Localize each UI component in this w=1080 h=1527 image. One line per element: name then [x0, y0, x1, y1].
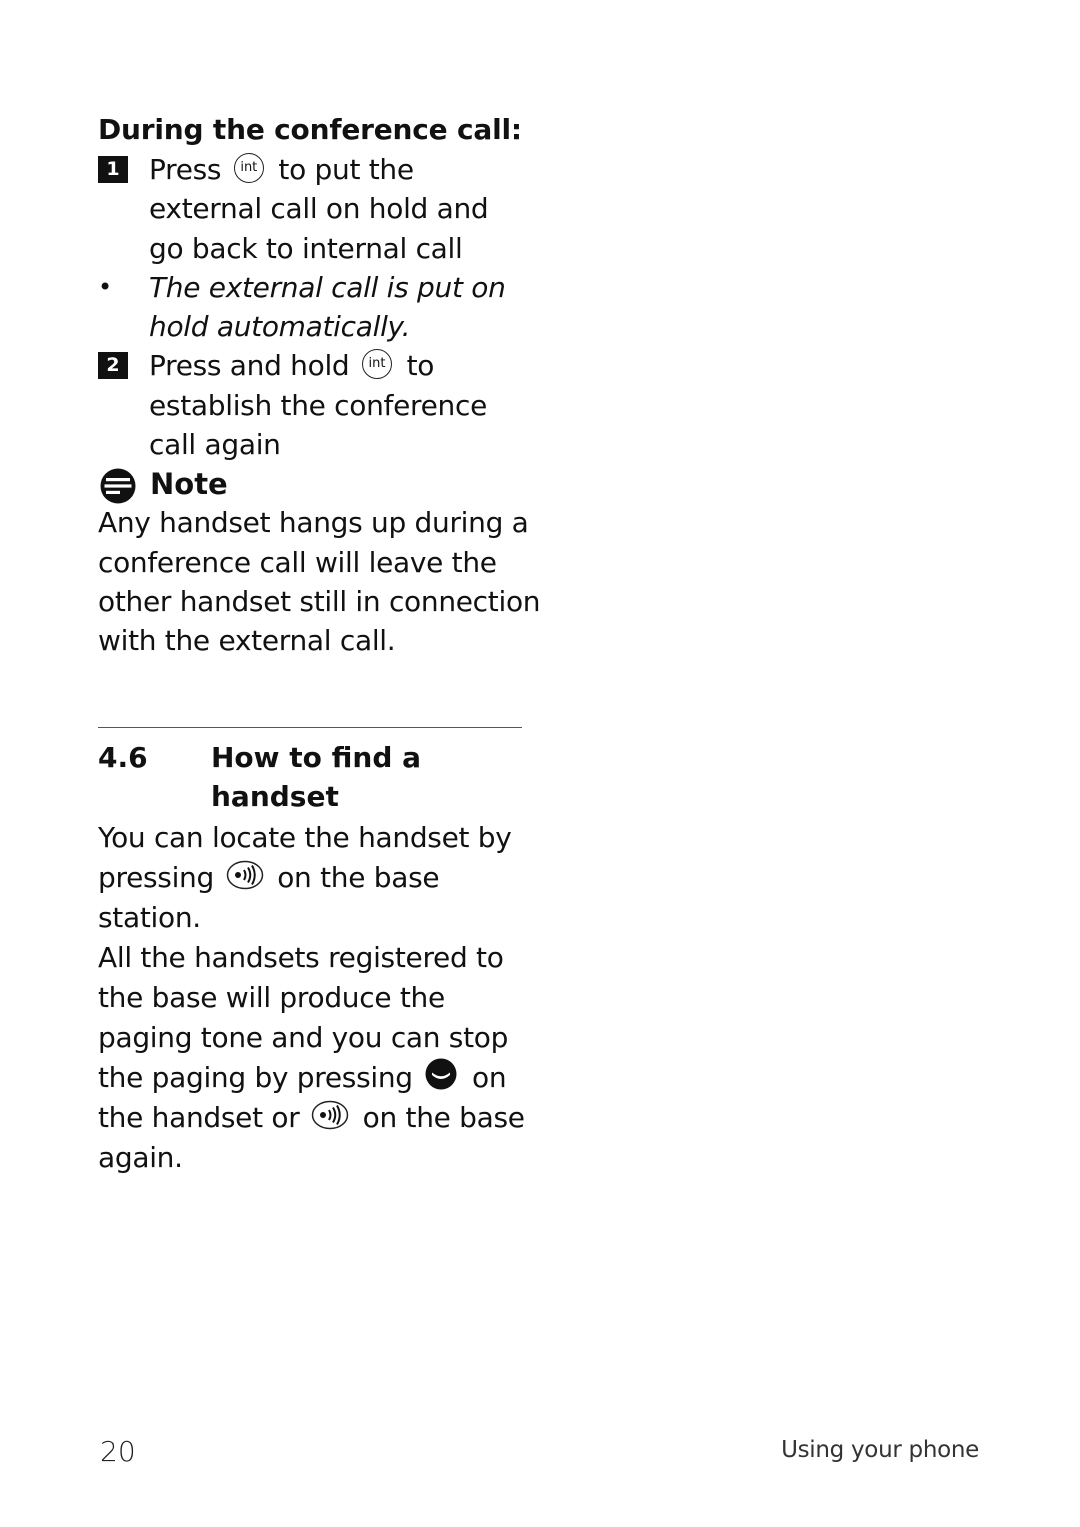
step1-line3: go back to internal call — [149, 231, 463, 265]
note-line-4: with the external call. — [98, 624, 396, 658]
page-icon — [226, 860, 263, 890]
step1-line2: external call on hold and — [149, 192, 489, 226]
note-line-1: Any handset hangs up during a — [98, 506, 529, 540]
para1-line2-after: on the base — [277, 861, 440, 894]
bullet-icon: • — [98, 272, 113, 301]
conference-heading: During the conference call: — [98, 113, 522, 146]
end-call-icon — [425, 1058, 457, 1090]
note-line-3: other handset still in connection — [98, 584, 541, 618]
step-2: 2 Press and hold int to establish the co… — [98, 346, 528, 464]
result-bullet: • The external call is put on hold autom… — [98, 268, 528, 347]
page-icon — [311, 1100, 349, 1130]
section-number: 4.6 — [98, 741, 148, 774]
section-heading: 4.6 How to find a handset — [98, 738, 538, 818]
note-header: Note — [98, 464, 528, 504]
section-divider — [98, 727, 522, 728]
conference-call-block: During the conference call: 1 Press int … — [98, 110, 541, 661]
para1-line1: You can locate the handset by — [98, 821, 512, 854]
section-body: You can locate the handset by pressing o… — [98, 818, 538, 1178]
step1-text-after: to put the — [278, 153, 414, 186]
para1-line3: station. — [98, 901, 201, 934]
para2-line1: All the handsets registered to — [98, 941, 504, 974]
step2-line3: call again — [149, 428, 281, 462]
step-1: 1 Press int to put the external call on … — [98, 150, 528, 268]
step-number-1: 1 — [98, 156, 128, 183]
note-line-2: conference call will leave the — [98, 545, 497, 579]
step-number-2: 2 — [98, 352, 128, 380]
para2-line4-before: the paging by pressing — [98, 1061, 413, 1094]
para1-line2-before: pressing — [98, 861, 214, 894]
step2-text-after: to — [406, 349, 435, 383]
int-key-icon: int — [233, 153, 264, 183]
step1-text-before: Press — [149, 153, 222, 186]
para2-line5-before: the handset or — [98, 1101, 300, 1134]
note-icon — [100, 468, 136, 504]
section-title: How to find a handset — [211, 741, 422, 813]
para2-line5-after: on the base — [362, 1101, 525, 1134]
chapter-title: Using your phone — [781, 1437, 979, 1463]
para2-line6: again. — [98, 1141, 183, 1174]
step2-line2: establish the conference — [149, 388, 488, 422]
int-key-icon: int — [362, 349, 393, 380]
para2-line3: paging tone and you can stop — [98, 1021, 509, 1054]
para2-line2: the base will produce the — [98, 981, 445, 1014]
result-line1: The external call is put on — [149, 270, 506, 304]
page-number: 20 — [100, 1435, 136, 1468]
note-title: Note — [150, 467, 228, 502]
para2-line4-after: on — [472, 1061, 507, 1094]
step2-text-before: Press and hold — [149, 349, 350, 383]
result-line2: hold automatically. — [149, 310, 411, 344]
section-find-handset: 4.6 How to find a handset You can locate… — [98, 738, 538, 1178]
